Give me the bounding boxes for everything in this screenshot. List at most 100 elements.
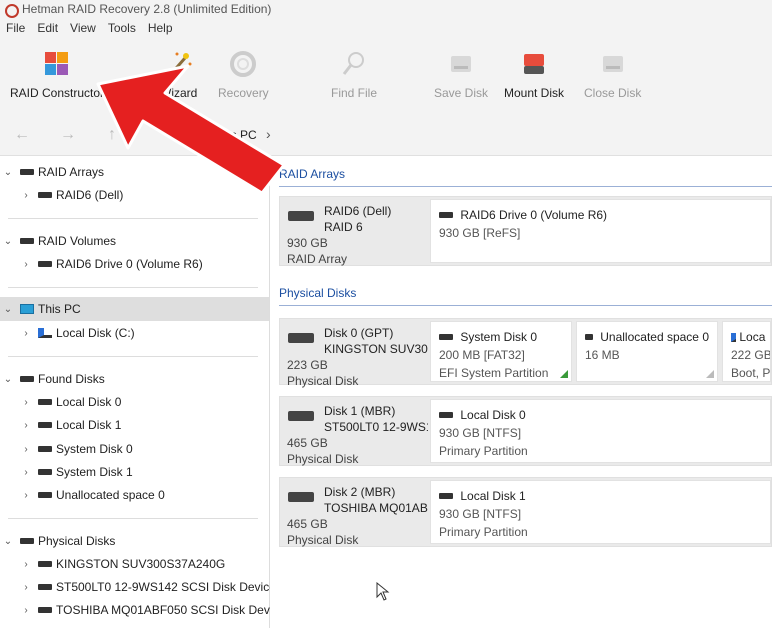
partition-tile[interactable]: Local Disk 1 930 GB [NTFS] Primary Parti… [430, 480, 771, 544]
raid-array-card[interactable]: RAID6 (Dell) RAID 6 930 GB RAID Array RA… [279, 196, 772, 266]
tree-item-label: ST500LT0 12-9WS142 SCSI Disk Device [56, 580, 276, 594]
chevron-down-icon[interactable]: ⌄ [2, 374, 14, 385]
tree-item-system-disk-0[interactable]: › System Disk 0 [20, 439, 133, 459]
tree-group-label: Physical Disks [38, 534, 116, 548]
tree-group-physical-disks[interactable]: ⌄ Physical Disks [2, 531, 116, 551]
tree-item-unallocated-0[interactable]: › Unallocated space 0 [20, 485, 164, 505]
chevron-down-icon[interactable]: ⌄ [2, 167, 14, 178]
tree-group-this-pc[interactable]: ⌄ This PC [2, 299, 81, 319]
menu-edit[interactable]: Edit [31, 21, 64, 35]
window-title: Hetman RAID Recovery 2.8 (Unlimited Edit… [22, 2, 272, 16]
raid-constructor-button[interactable]: RAID Constructor [10, 50, 104, 100]
tree-item-local-disk-0[interactable]: › Local Disk 0 [20, 392, 121, 412]
partition-name: Unallocated space 0 [600, 330, 709, 344]
disk-info: Disk 2 (MBR) TOSHIBA MQ01ABF( 465 GB Phy… [280, 478, 430, 547]
chevron-right-icon[interactable]: › [20, 582, 32, 593]
partition-tile[interactable]: Loca 222 GB Boot, Pr [722, 321, 771, 382]
tree-item-label: KINGSTON SUV300S37A240G [56, 557, 226, 571]
chevron-right-icon[interactable]: › [20, 467, 32, 478]
mount-disk-button[interactable]: Mount Disk [504, 50, 564, 100]
partition-name: RAID6 Drive 0 (Volume R6) [460, 208, 608, 222]
recovery-label: Recovery [218, 86, 269, 100]
divider [8, 356, 258, 357]
chevron-right-icon[interactable]: › [20, 444, 32, 455]
drive-icon [439, 212, 453, 218]
wizard-button[interactable]: Wizard [160, 50, 197, 100]
tree-item-kingston[interactable]: › KINGSTON SUV300S37A240G [20, 554, 225, 574]
partition-tile[interactable]: Unallocated space 0 16 MB [576, 321, 718, 382]
navigation-tree: ⌄ RAID Arrays › RAID6 (Dell) ⌄ RAID Volu… [0, 156, 285, 628]
raid-constructor-label: RAID Constructor [10, 86, 105, 100]
partition-size: 930 GB [NTFS] [439, 426, 522, 440]
partition-size: 200 MB [FAT32] [439, 348, 525, 362]
tree-item-toshiba[interactable]: › TOSHIBA MQ01ABF050 SCSI Disk Device [20, 600, 285, 620]
physical-disk-card[interactable]: Disk 2 (MBR) TOSHIBA MQ01ABF( 465 GB Phy… [279, 477, 772, 547]
tree-group-label: This PC [38, 302, 81, 316]
disk-name: Disk 0 (GPT) [324, 326, 394, 340]
menu-help[interactable]: Help [142, 21, 179, 35]
chevron-right-icon[interactable]: › [20, 559, 32, 570]
partition-size: 930 GB [ReFS] [439, 226, 521, 240]
tree-item-label: RAID6 (Dell) [56, 188, 124, 202]
chevron-right-icon[interactable]: › [20, 190, 32, 201]
tree-item-local-disk-1[interactable]: › Local Disk 1 [20, 415, 121, 435]
tree-item-raid6-dell[interactable]: › RAID6 (Dell) [20, 185, 123, 205]
menu-tools[interactable]: Tools [102, 21, 142, 35]
tree-item-system-disk-1[interactable]: › System Disk 1 [20, 462, 132, 482]
chevron-right-icon[interactable]: › [20, 605, 32, 616]
tree-item-label: Local Disk 1 [56, 418, 122, 432]
drive-icon [38, 261, 52, 267]
recovery-button[interactable]: Recovery [218, 50, 269, 100]
tree-item-label: System Disk 0 [56, 442, 133, 456]
forward-arrow-icon[interactable]: → [60, 126, 76, 144]
resize-grip-icon [706, 370, 714, 378]
chevron-down-icon[interactable]: ⌄ [2, 536, 14, 547]
disk-kind: Physical Disk [287, 374, 359, 388]
find-file-button[interactable]: Find File [331, 50, 377, 100]
back-arrow-icon[interactable]: ← [14, 126, 30, 144]
disk-kind: Physical Disk [287, 452, 359, 466]
tree-item-raid6-drive0[interactable]: › RAID6 Drive 0 (Volume R6) [20, 254, 203, 274]
drive-icon [439, 412, 453, 418]
chevron-right-icon[interactable]: › [20, 259, 32, 270]
menu-view[interactable]: View [64, 21, 102, 35]
tree-group-label: RAID Arrays [38, 165, 105, 179]
tree-group-label: RAID Volumes [38, 234, 117, 248]
partition-name: Local Disk 1 [460, 489, 526, 503]
tree-item-local-disk-c[interactable]: › Local Disk (C:) [20, 323, 134, 343]
tree-group-found-disks[interactable]: ⌄ Found Disks [2, 369, 105, 389]
partition-tile[interactable]: Local Disk 0 930 GB [NTFS] Primary Parti… [430, 399, 771, 463]
chevron-right-icon[interactable]: › [20, 397, 32, 408]
disk-icon [288, 211, 314, 221]
physical-disk-card[interactable]: Disk 1 (MBR) ST500LT0 12-9WS14 465 GB Ph… [279, 396, 772, 466]
disk-close-icon [602, 56, 623, 72]
chevron-right-icon[interactable]: › [20, 328, 32, 339]
chevron-down-icon[interactable]: ⌄ [2, 304, 14, 315]
disk-mount-icon [524, 54, 545, 74]
partition-tile[interactable]: RAID6 Drive 0 (Volume R6) 930 GB [ReFS] [430, 199, 771, 263]
section-title-raid-arrays: RAID Arrays [279, 167, 346, 181]
tree-group-label: Found Disks [38, 372, 105, 386]
divider [8, 518, 258, 519]
menu-file[interactable]: File [0, 21, 31, 35]
partition-tile[interactable]: System Disk 0 200 MB [FAT32] EFI System … [430, 321, 572, 382]
physical-disk-card[interactable]: Disk 0 (GPT) KINGSTON SUV300S 223 GB Phy… [279, 318, 772, 388]
chevron-right-icon[interactable]: › [20, 490, 32, 501]
tree-item-label: RAID6 Drive 0 (Volume R6) [56, 257, 203, 271]
magnifier-icon [342, 52, 364, 75]
tree-item-st500lt0[interactable]: › ST500LT0 12-9WS142 SCSI Disk Device [20, 577, 276, 597]
menu-bar: File Edit View Tools Help [0, 18, 772, 38]
save-disk-button[interactable]: Save Disk [434, 50, 488, 100]
disk-icon [288, 411, 314, 421]
close-disk-button[interactable]: Close Disk [584, 50, 641, 100]
breadcrumb-chevron-icon[interactable]: › [266, 126, 271, 142]
up-arrow-icon[interactable]: ↑ [108, 126, 116, 144]
partition-type: Boot, Pr [731, 366, 771, 380]
chevron-down-icon[interactable]: ⌄ [2, 236, 14, 247]
tree-group-raid-arrays[interactable]: ⌄ RAID Arrays [2, 162, 104, 182]
breadcrumb[interactable]: This PC [214, 128, 257, 142]
tree-group-raid-volumes[interactable]: ⌄ RAID Volumes [2, 231, 116, 251]
chevron-right-icon[interactable]: › [20, 420, 32, 431]
disk-size: 465 GB [287, 436, 328, 450]
drive-icon [20, 169, 34, 175]
